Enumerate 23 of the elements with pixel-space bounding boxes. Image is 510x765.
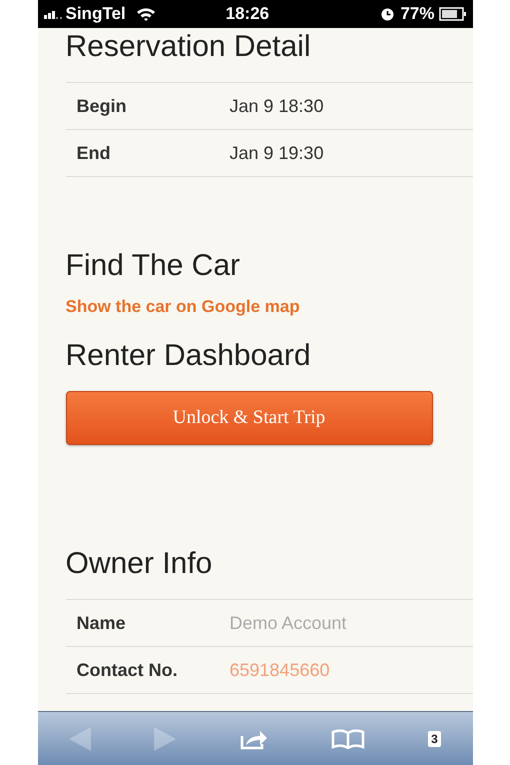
row-value: Demo Account — [230, 612, 347, 634]
battery-percent: 77% — [400, 4, 434, 24]
wifi-icon — [136, 6, 156, 22]
signal-icon — [44, 9, 64, 19]
row-value: Jan 9 18:30 — [230, 96, 324, 116]
section-heading: Renter Dashboard — [66, 338, 312, 374]
clock-time: 18:26 — [226, 4, 270, 24]
row-value: Jan 9 19:30 — [230, 142, 324, 164]
section-heading: Find The Car — [66, 248, 242, 284]
row-label: Contact No. — [76, 660, 178, 680]
row-label: End — [76, 142, 112, 164]
carrier-name: SingTel — [66, 4, 126, 24]
section-heading: Owner Info — [66, 546, 214, 582]
section-heading: Reservation Detail — [66, 29, 312, 65]
row-value: 6591845660 — [230, 660, 330, 680]
battery-icon — [438, 7, 466, 21]
row-label: Begin — [76, 96, 128, 116]
bookmarks-button[interactable] — [330, 728, 365, 748]
tabs-button[interactable]: 3 — [428, 730, 441, 746]
row-label: Name — [76, 612, 127, 634]
unlock-start-button[interactable]: Unlock & Start Trip — [66, 391, 432, 445]
map-link[interactable]: Show the car on Google map — [66, 297, 300, 317]
alarm-clock-icon — [381, 8, 394, 20]
